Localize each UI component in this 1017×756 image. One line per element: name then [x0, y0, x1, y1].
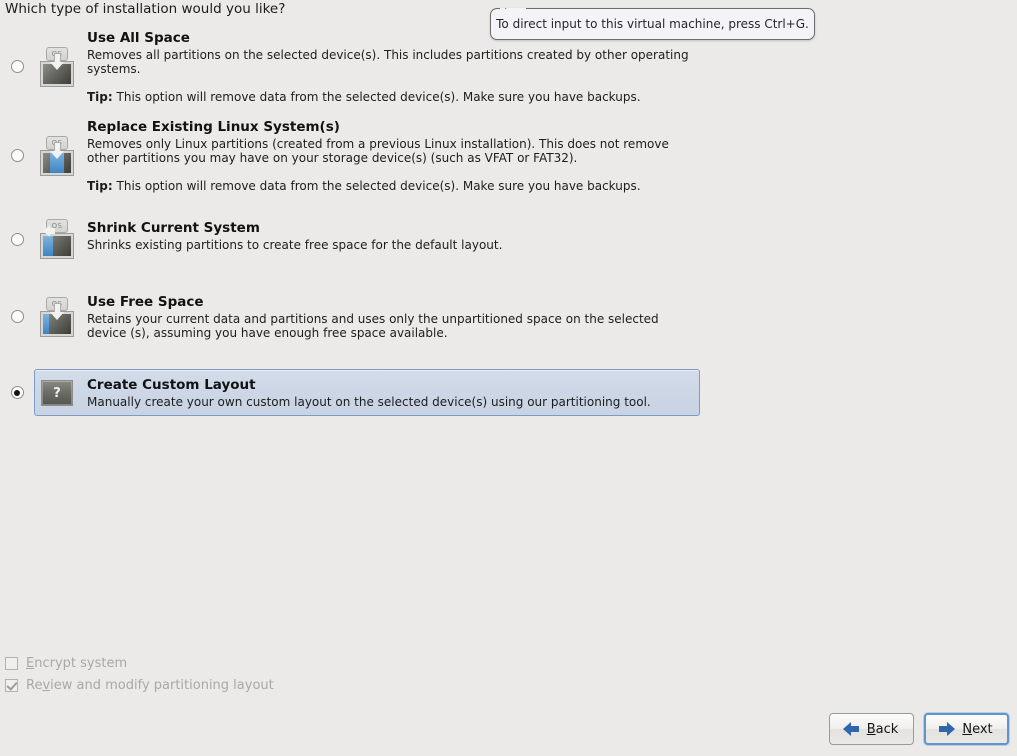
vm-input-tooltip: To direct input to this virtual machine,…	[490, 8, 815, 40]
option-content[interactable]: OS Shrink Current System Shrinks existin…	[34, 212, 700, 266]
disk-os-overwrite-icon: OS	[40, 46, 74, 87]
disk-os-shrink-icon: OS	[40, 219, 74, 259]
option-tip-text: This option will remove data from the se…	[116, 179, 641, 193]
next-button-label: Next	[962, 722, 992, 737]
option-create-custom-layout[interactable]: ? Create Custom Layout Manually create y…	[0, 369, 700, 416]
option-description: Shrinks existing partitions to create fr…	[87, 238, 503, 252]
arrow-left-icon	[842, 722, 860, 736]
options-checkbox-group: Encrypt system Review and modify partiti…	[5, 652, 274, 696]
arrow-right-icon	[938, 722, 956, 736]
option-tip: Tip: This option will remove data from t…	[87, 179, 691, 193]
disk-os-replace-icon: OS	[40, 135, 74, 176]
option-shrink-current-system[interactable]: OS Shrink Current System Shrinks existin…	[0, 212, 700, 266]
option-replace-existing-linux[interactable]: OS Replace Existing Linux System(s) Remo…	[0, 111, 700, 200]
option-title: Replace Existing Linux System(s)	[87, 119, 340, 135]
next-button[interactable]: Next	[924, 713, 1009, 745]
radio-replace-existing-linux[interactable]	[10, 149, 24, 162]
option-tip: Tip: This option will remove data from t…	[87, 90, 691, 104]
option-title: Shrink Current System	[87, 220, 260, 236]
installation-type-option-list: OS Use All Space Removes all partitions …	[0, 22, 700, 416]
wizard-button-bar: Back Next	[829, 713, 1009, 745]
icon-cell: OS	[35, 296, 79, 337]
label-mnemonic: B	[866, 721, 876, 737]
radio-use-all-space[interactable]	[10, 60, 24, 73]
back-button-label: Back	[867, 722, 899, 737]
option-title: Use Free Space	[87, 294, 204, 310]
checkbox-review-modify-partitioning[interactable]	[5, 678, 18, 692]
label-after: iew and modify partitioning layout	[50, 677, 274, 693]
icon-cell: ?	[35, 379, 79, 406]
icon-cell: OS	[35, 219, 79, 259]
label-after: ack	[875, 721, 899, 737]
label-after: ncrypt system	[34, 655, 128, 671]
radio-cell[interactable]	[0, 149, 34, 162]
icon-cell: OS	[35, 46, 79, 87]
option-tip-label: Tip:	[87, 179, 113, 193]
vm-input-tooltip-text: To direct input to this virtual machine,…	[496, 17, 809, 31]
checkbox-row-encrypt-system[interactable]: Encrypt system	[5, 652, 274, 674]
checkbox-label-review-modify-partitioning: Review and modify partitioning layout	[26, 678, 274, 693]
disk-question-icon: ?	[41, 379, 73, 406]
checkbox-label-encrypt-system: Encrypt system	[26, 656, 127, 671]
label-mnemonic: N	[962, 721, 973, 737]
back-button[interactable]: Back	[829, 713, 914, 745]
radio-cell[interactable]	[0, 310, 34, 323]
option-description: Manually create your own custom layout o…	[87, 395, 651, 409]
radio-use-free-space[interactable]	[10, 310, 24, 323]
option-description: Removes only Linux partitions (created f…	[87, 137, 669, 165]
label-mnemonic: E	[26, 655, 35, 671]
radio-cell[interactable]	[0, 232, 34, 246]
radio-cell[interactable]	[0, 386, 34, 399]
tooltip-tail	[505, 0, 525, 9]
option-title: Create Custom Layout	[87, 377, 256, 393]
label-before: Re	[26, 677, 43, 693]
checkbox-encrypt-system[interactable]	[5, 656, 18, 670]
option-tip-label: Tip:	[87, 90, 113, 104]
radio-shrink-current-system[interactable]	[10, 232, 24, 246]
radio-cell[interactable]	[0, 60, 34, 73]
page-title: Which type of installation would you lik…	[5, 1, 286, 17]
option-content[interactable]: OS Use Free Space Retains your current d…	[34, 286, 700, 347]
option-tip-text: This option will remove data from the se…	[116, 90, 641, 104]
option-content[interactable]: ? Create Custom Layout Manually create y…	[34, 369, 700, 416]
option-description: Removes all partitions on the selected d…	[87, 48, 689, 76]
label-after: ext	[972, 721, 993, 737]
checkbox-row-review-modify-partitioning[interactable]: Review and modify partitioning layout	[5, 674, 274, 696]
icon-cell: OS	[35, 135, 79, 176]
radio-create-custom-layout[interactable]	[10, 386, 24, 399]
option-content[interactable]: OS Replace Existing Linux System(s) Remo…	[34, 111, 700, 200]
disk-os-free-space-icon: OS	[40, 296, 74, 337]
option-use-free-space[interactable]: OS Use Free Space Retains your current d…	[0, 286, 700, 347]
option-description: Retains your current data and partitions…	[87, 312, 659, 340]
label-mnemonic: v	[42, 677, 51, 693]
